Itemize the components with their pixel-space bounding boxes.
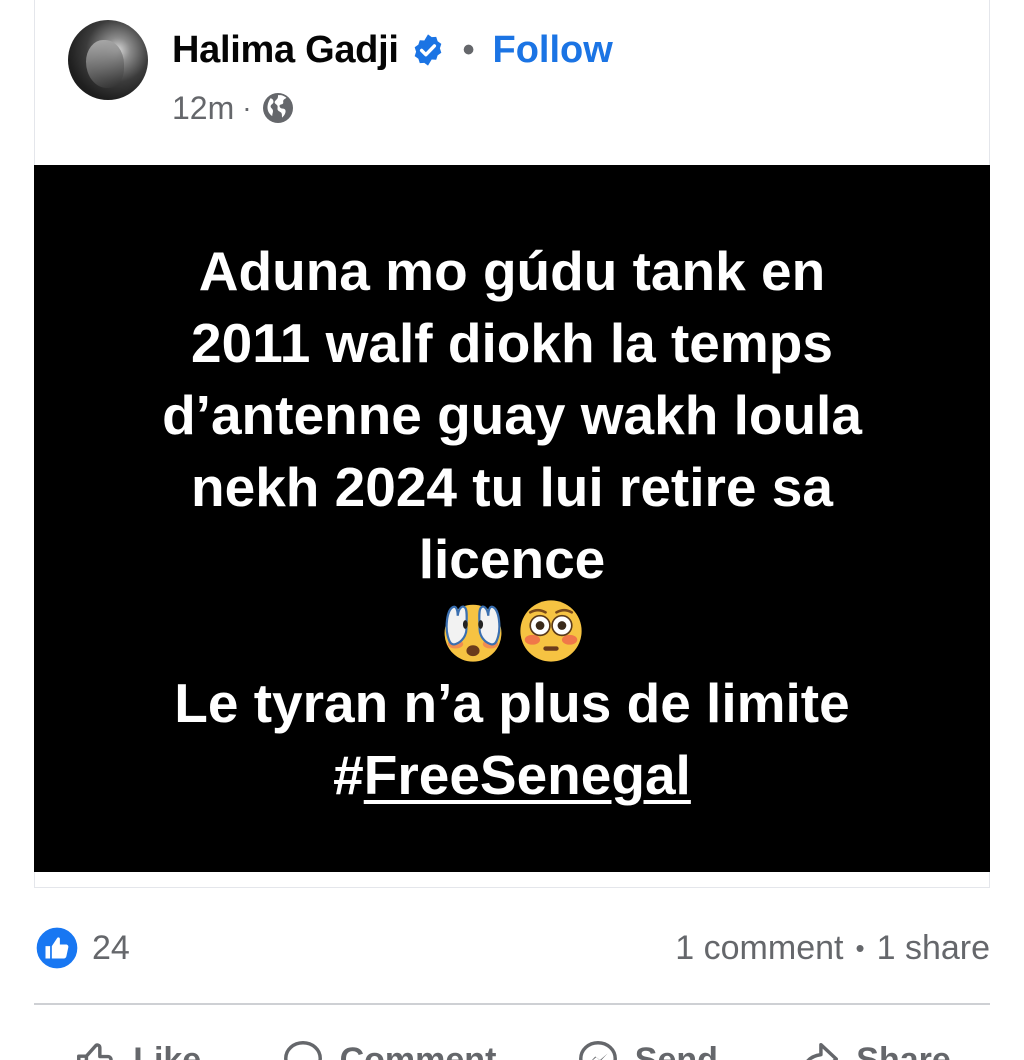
engagement-separator: • (855, 932, 865, 963)
emoji-row (34, 595, 990, 667)
post-header: Halima Gadji • Follow (172, 24, 613, 76)
follow-button[interactable]: Follow (493, 29, 613, 72)
share-button[interactable]: Share (796, 1037, 951, 1060)
comment-button[interactable]: Comment (280, 1037, 497, 1060)
image-text-line-3: d’antenne guay wakh loula (162, 384, 862, 446)
author-avatar[interactable] (68, 20, 148, 100)
send-button[interactable]: Send (575, 1037, 718, 1060)
send-label: Send (634, 1040, 718, 1060)
like-label: Like (133, 1040, 202, 1060)
post-actions: Like Comment Send Share (34, 1030, 990, 1060)
flushed-face-emoji (516, 596, 586, 666)
reaction-summary[interactable]: 24 (34, 925, 130, 971)
image-text-line-2: 2011 walf diokh la temps (191, 312, 833, 374)
verified-badge-icon (411, 33, 445, 67)
action-divider (34, 1003, 990, 1005)
reaction-count: 24 (92, 928, 130, 967)
author-name[interactable]: Halima Gadji (172, 29, 399, 72)
like-reaction-icon (34, 925, 80, 971)
comment-label: Comment (339, 1040, 497, 1060)
share-arrow-icon (796, 1037, 842, 1060)
share-count[interactable]: 1 share (877, 929, 990, 968)
hashtag-free-senegal[interactable]: FreeSenegal (364, 744, 691, 806)
image-text-line-5: licence (418, 528, 606, 590)
post-card: Halima Gadji • Follow 12m · Aduna mo gúd… (0, 0, 1024, 1060)
comment-share-counts: 1 comment • 1 share (675, 929, 990, 968)
image-text-line-6: Le tyran n’a plus de limite (174, 672, 850, 734)
image-text-line-4: nekh 2024 tu lui retire sa (191, 456, 833, 518)
share-label: Share (856, 1040, 951, 1060)
card-border-bottom (34, 887, 990, 888)
post-image-text: Aduna mo gúdu tank en 2011 walf diokh la… (34, 235, 990, 811)
hashtag-line: #FreeSenegal (34, 739, 990, 811)
globe-icon[interactable] (260, 90, 296, 126)
post-meta: 12m · (172, 86, 296, 130)
like-button[interactable]: Like (73, 1037, 201, 1060)
post-timestamp[interactable]: 12m (172, 90, 234, 127)
hashtag-prefix: # (333, 744, 364, 806)
comment-bubble-icon (280, 1037, 326, 1060)
post-image[interactable]: Aduna mo gúdu tank en 2011 walf diokh la… (34, 165, 990, 872)
face-with-hands-over-eyes-emoji (438, 596, 508, 666)
image-text-line-1: Aduna mo gúdu tank en (198, 240, 826, 302)
comment-count[interactable]: 1 comment (675, 929, 843, 968)
header-separator: • (462, 30, 475, 69)
engagement-stats: 24 1 comment • 1 share (34, 920, 990, 976)
meta-separator: · (242, 92, 252, 123)
thumbs-up-icon (73, 1037, 119, 1060)
messenger-icon (575, 1037, 621, 1060)
